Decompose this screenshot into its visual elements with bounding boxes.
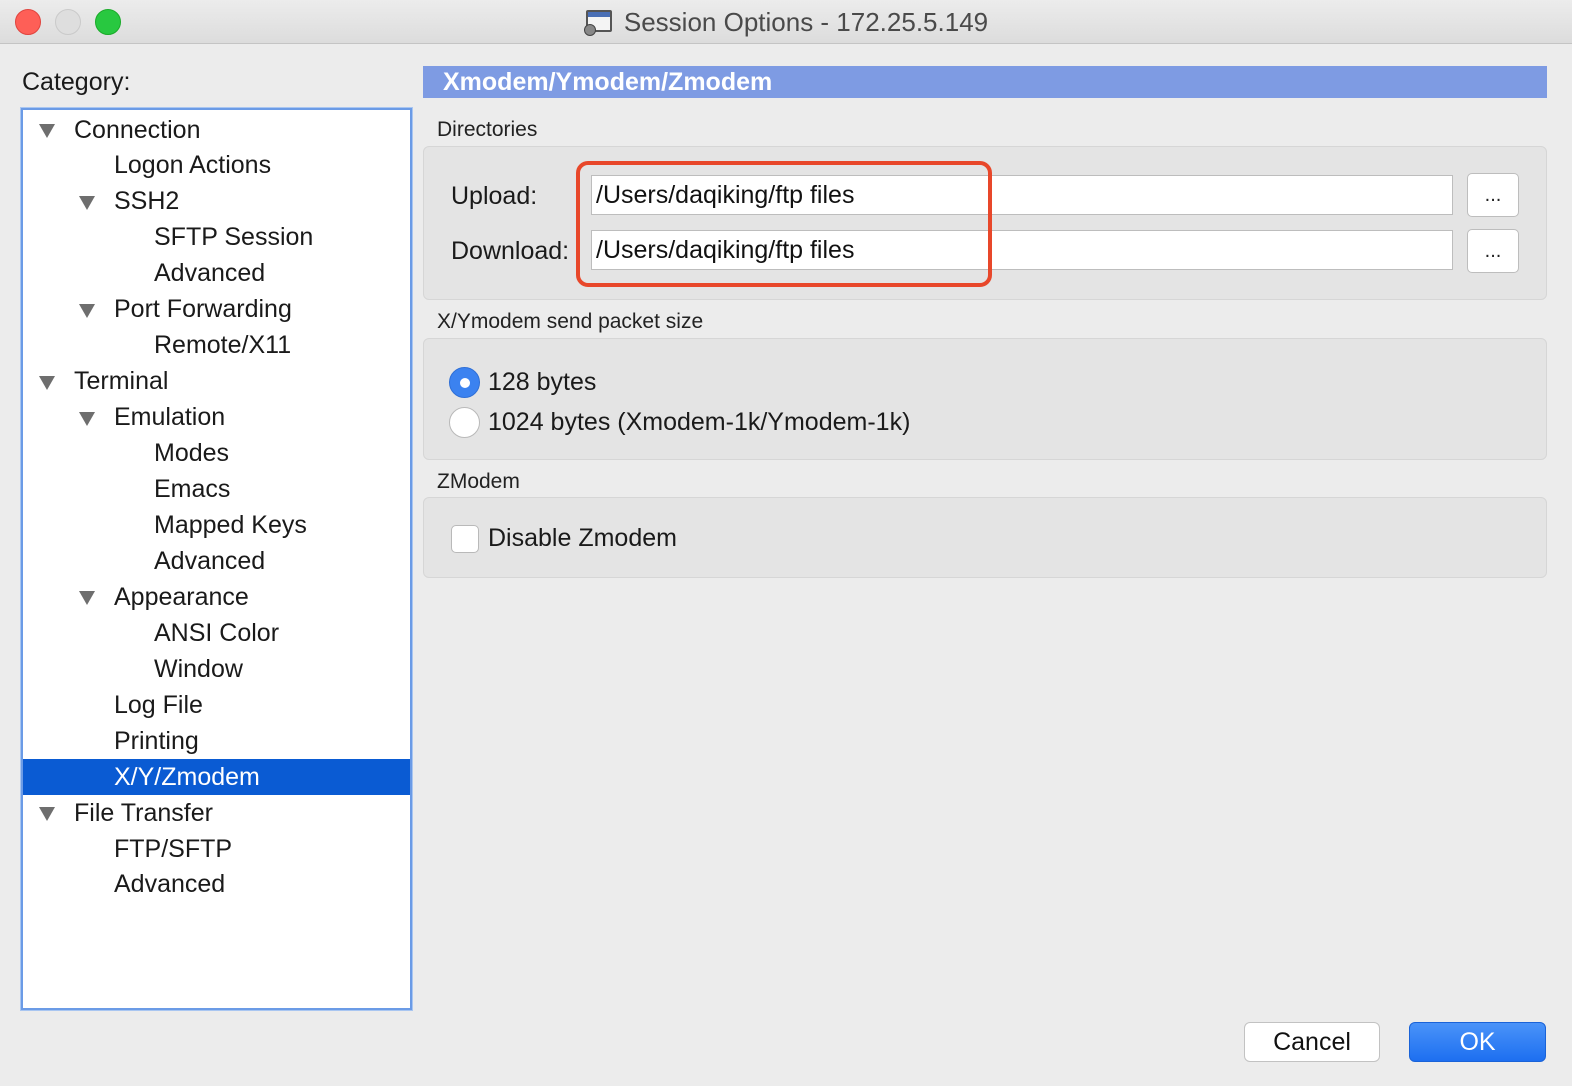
disable-zmodem-option[interactable]: Disable Zmodem [451,524,677,553]
tree-item-label: FTP/SFTP [114,834,233,863]
tree-item-label: Emulation [114,403,226,432]
window-title-area: Session Options - 172.25.5.149 [0,0,1572,44]
zmodem-group-label: ZModem [437,470,520,493]
annotation-highlight-box [576,161,992,287]
cancel-button[interactable]: Cancel [1244,1022,1380,1062]
tree-item-emacs[interactable]: Emacs [23,472,410,508]
tree-item-label: Terminal [74,367,169,396]
radio-1024-bytes-label: 1024 bytes (Xmodem-1k/Ymodem-1k) [488,408,911,436]
directories-group-label: Directories [437,118,538,141]
upload-browse-button[interactable]: ... [1467,173,1519,217]
tree-item-label: Mapped Keys [154,510,307,539]
tree-item-x-y-zmodem[interactable]: X/Y/Zmodem [23,759,410,796]
tree-item-emulation[interactable]: Emulation [23,400,410,436]
tree-item-appearance[interactable]: Appearance [23,579,410,615]
radio-button[interactable] [449,407,480,438]
tree-item-label: Logon Actions [114,151,272,180]
tree-item-label: SFTP Session [154,223,314,252]
disclosure-triangle-icon[interactable] [39,124,55,138]
tree-item-terminal[interactable]: Terminal [23,364,410,400]
download-browse-button[interactable]: ... [1467,229,1519,273]
tree-item-port-forwarding[interactable]: Port Forwarding [23,292,410,328]
tree-item-remote-x11[interactable]: Remote/X11 [23,328,410,364]
tree-item-mapped-keys[interactable]: Mapped Keys [23,507,410,543]
window-title: Session Options - 172.25.5.149 [623,6,989,37]
tree-item-logon-actions[interactable]: Logon Actions [23,148,410,184]
tree-item-ftp-sftp[interactable]: FTP/SFTP [23,831,410,867]
tree-item-label: Log File [114,690,203,719]
packet-size-group-label: X/Ymodem send packet size [437,310,704,333]
disclosure-triangle-icon[interactable] [79,411,95,426]
tree-item-connection[interactable]: Connection [23,112,410,148]
tree-item-ansi-color[interactable]: ANSI Color [23,615,410,651]
securecrt-app-icon [583,8,614,36]
tree-item-advanced[interactable]: Advanced [23,543,410,579]
tree-item-advanced[interactable]: Advanced [23,256,410,292]
disclosure-triangle-icon[interactable] [39,807,55,822]
tree-item-label: Connection [74,115,201,144]
tree-item-label: SSH2 [114,187,180,216]
radio-128-bytes-label: 128 bytes [488,368,597,396]
disclosure-triangle-icon[interactable] [79,591,95,606]
tree-item-label: Appearance [114,582,249,611]
zmodem-group: Disable Zmodem [423,497,1547,578]
session-options-window: Session Options - 172.25.5.149 Category:… [0,0,1572,1086]
tree-item-log-file[interactable]: Log File [23,687,410,723]
tree-item-window[interactable]: Window [23,651,410,687]
disclosure-triangle-icon[interactable] [79,195,95,210]
tree-item-printing[interactable]: Printing [23,723,410,759]
category-label: Category: [22,68,131,96]
tree-item-modes[interactable]: Modes [23,436,410,472]
disable-zmodem-checkbox[interactable] [451,524,479,553]
download-label: Download: [451,237,570,265]
tree-item-label: Remote/X11 [154,331,292,360]
tree-item-file-transfer[interactable]: File Transfer [23,795,410,831]
category-tree[interactable]: Connection Logon Actions SSH2 SFTP Session A… [21,108,412,1010]
tree-item-label: Emacs [154,475,231,503]
tree-item-label: ANSI Color [154,618,280,647]
tree-item-ssh2[interactable]: SSH2 [23,184,410,220]
radio-1024-bytes[interactable]: 1024 bytes (Xmodem-1k/Ymodem-1k) [449,407,910,438]
tree-item-label: File Transfer [74,798,213,827]
title-bar[interactable]: Session Options - 172.25.5.149 [0,0,1572,44]
tree-item-sftp-session[interactable]: SFTP Session [23,220,410,256]
tree-item-label: Port Forwarding [114,295,292,324]
tree-item-label: Window [154,654,243,683]
disclosure-triangle-icon[interactable] [79,303,95,318]
tree-item-label: Advanced [154,546,266,575]
ok-button[interactable]: OK [1409,1022,1546,1062]
packet-size-group: 128 bytes 1024 bytes (Xmodem-1k/Ymodem-1… [423,338,1547,460]
tree-item-label: Modes [154,439,230,468]
tree-item-label: Advanced [154,259,266,288]
tree-item-label: X/Y/Zmodem [114,762,260,791]
disclosure-triangle-icon[interactable] [39,375,55,390]
tree-item-label: Printing [114,726,199,755]
panel-header: Xmodem/Ymodem/Zmodem [423,66,1547,98]
radio-button-selected[interactable] [449,367,480,398]
radio-128-bytes[interactable]: 128 bytes [449,367,596,398]
disable-zmodem-label: Disable Zmodem [488,524,677,552]
panel-header-title: Xmodem/Ymodem/Zmodem [443,68,773,96]
upload-label: Upload: [451,182,538,210]
tree-item-advanced[interactable]: Advanced [23,867,410,903]
tree-item-label: Advanced [114,870,226,899]
